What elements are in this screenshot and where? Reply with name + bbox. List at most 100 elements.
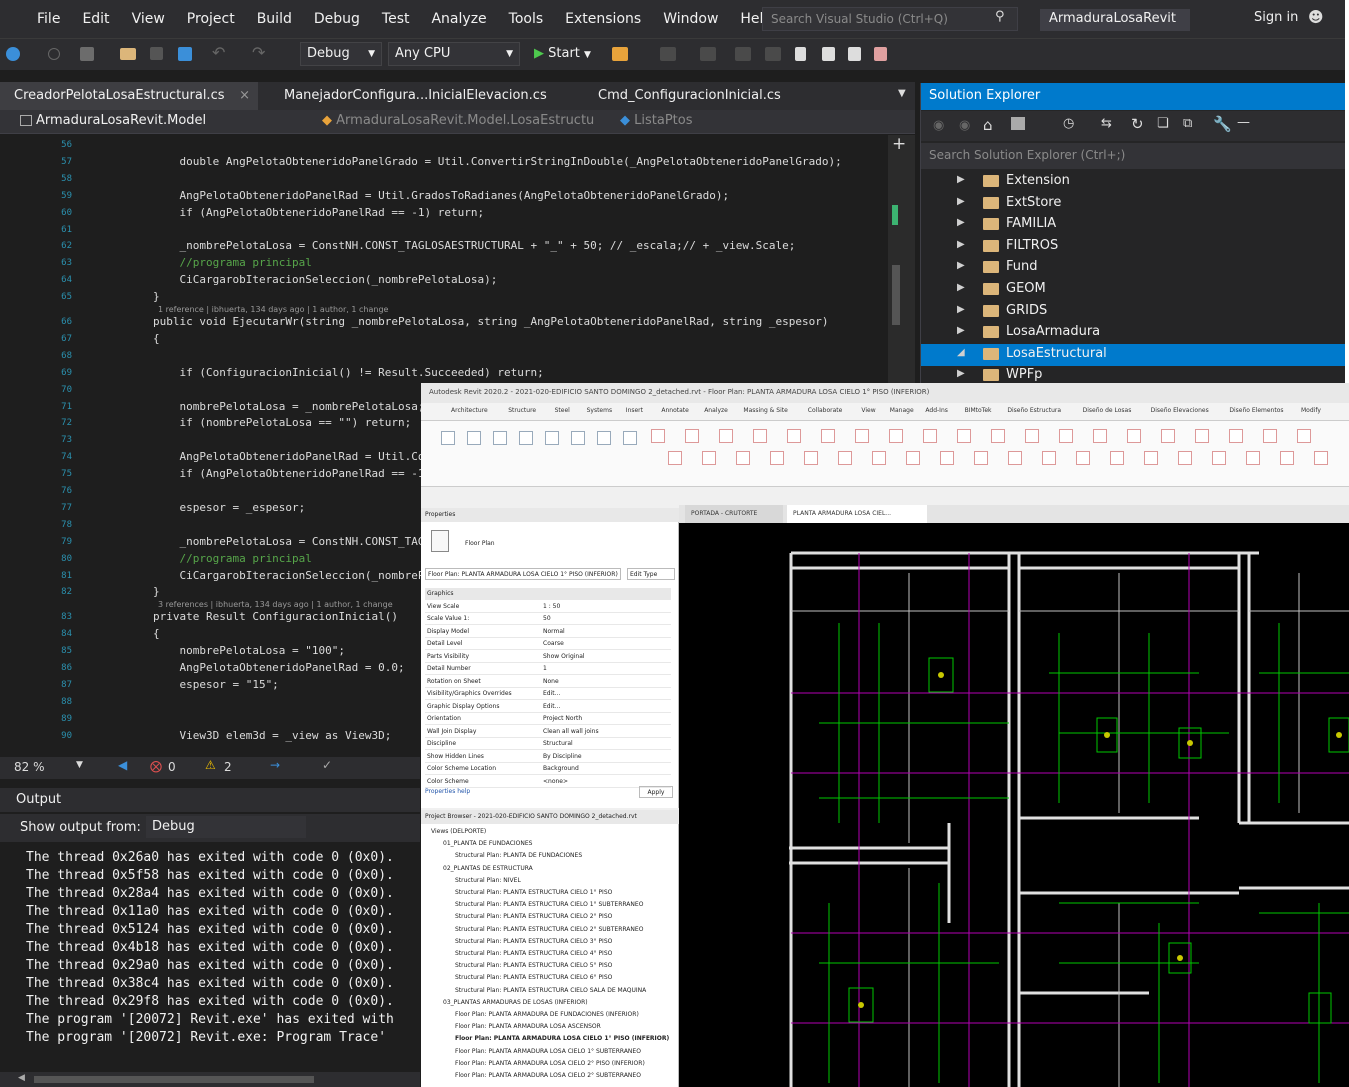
bookmark-icon[interactable]	[795, 47, 806, 61]
ribbon-tab[interactable]: Diseño Estructura	[1007, 407, 1061, 414]
code-line[interactable]: _nombrePelotaLosa = ConstNH.CONST_TAGLOS…	[100, 239, 795, 252]
browser-item[interactable]: 02_PLANTAS DE ESTRUCTURA	[443, 865, 533, 872]
ribbon-tool-icon[interactable]	[855, 429, 869, 443]
next-issue-icon[interactable]: →	[270, 758, 280, 772]
ribbon-tool-icon[interactable]	[467, 431, 481, 445]
code-line[interactable]: {	[100, 627, 160, 640]
ribbon-tab[interactable]: Analyze	[704, 407, 728, 414]
menu-item-analyze[interactable]: Analyze	[420, 11, 497, 27]
ribbon-tab[interactable]: Diseño de Losas	[1083, 407, 1132, 414]
bookmark-clear-icon[interactable]	[874, 47, 887, 61]
output-text[interactable]: The thread 0x26a0 has exited with code 0…	[0, 844, 420, 1072]
tab-cmd-configuracion[interactable]: Cmd_ConfiguracionInicial.cs	[584, 82, 795, 110]
collapsed-arrow-icon[interactable]: ▶	[957, 260, 965, 271]
error-icon[interactable]: ⨂	[150, 759, 162, 773]
browser-item[interactable]: 01_PLANTA DE FUNDACIONES	[443, 840, 532, 847]
ribbon-tool-icon[interactable]	[787, 429, 801, 443]
apply-button[interactable]: Apply	[639, 786, 673, 798]
collapsed-arrow-icon[interactable]: ▶	[957, 282, 965, 293]
brush-icon[interactable]: ✓	[322, 758, 332, 772]
ribbon-tab[interactable]: Add-Ins	[925, 407, 947, 414]
ribbon-tab[interactable]: Structure	[508, 407, 536, 414]
browser-item[interactable]: Structural Plan: PLANTA ESTRUCTURA CIELO…	[455, 974, 612, 981]
tree-item-extension[interactable]: ▶ Extension	[921, 171, 1345, 193]
step-into-icon[interactable]	[735, 47, 751, 61]
code-line[interactable]: if (AngPelotaObteneridoPanelRad == -1) r…	[100, 206, 484, 219]
ribbon-tool-icon[interactable]	[702, 451, 716, 465]
save-icon[interactable]	[150, 47, 163, 60]
ribbon-tool-icon[interactable]	[991, 429, 1005, 443]
code-line[interactable]: public void EjecutarWr(string _nombrePel…	[100, 315, 829, 328]
ribbon-tool-icon[interactable]	[1246, 451, 1260, 465]
ribbon-tool-icon[interactable]	[940, 451, 954, 465]
show-all-icon[interactable]: ⧉	[1183, 116, 1192, 131]
code-line[interactable]: if (nombrePelotaLosa == "") return;	[100, 416, 411, 429]
ribbon-tool-icon[interactable]	[1161, 429, 1175, 443]
output-source-select[interactable]: Debug	[146, 816, 306, 838]
tab-manejador[interactable]: ManejadorConfigura...InicialElevacion.cs	[270, 82, 561, 110]
ribbon-tool-icon[interactable]	[685, 429, 699, 443]
ribbon-tool-icon[interactable]	[519, 431, 533, 445]
menu-item-tools[interactable]: Tools	[498, 11, 555, 27]
forward-icon[interactable]	[48, 48, 60, 60]
property-row[interactable]: Visibility/Graphics Overrides Edit...	[425, 688, 671, 700]
ribbon-tool-icon[interactable]	[545, 431, 559, 445]
tree-item-filtros[interactable]: ▶ FILTROS	[921, 236, 1345, 258]
ribbon-tool-icon[interactable]	[493, 431, 507, 445]
ribbon-tool-icon[interactable]	[1110, 451, 1124, 465]
property-row[interactable]: Graphic Display Options Edit...	[425, 701, 671, 713]
menu-item-debug[interactable]: Debug	[303, 11, 371, 27]
redo-icon[interactable]: ↷	[252, 43, 265, 62]
collapsed-arrow-icon[interactable]: ▶	[957, 304, 965, 315]
hscroll-thumb[interactable]	[34, 1076, 314, 1083]
ribbon-tool-icon[interactable]	[719, 429, 733, 443]
collapsed-arrow-icon[interactable]: ▶	[957, 368, 965, 379]
code-line[interactable]: CiCargarobIteracionSeleccion(_nombrePelo…	[100, 273, 497, 286]
browser-item[interactable]: Structural Plan: PLANTA ESTRUCTURA CIELO…	[455, 913, 612, 920]
ribbon-tool-icon[interactable]	[736, 451, 750, 465]
ribbon-tool-icon[interactable]	[1008, 451, 1022, 465]
collapsed-arrow-icon[interactable]: ▶	[957, 174, 965, 185]
ribbon-tool-icon[interactable]	[753, 429, 767, 443]
tree-item-fund[interactable]: ▶ Fund	[921, 257, 1345, 279]
ribbon-tool-icon[interactable]	[1127, 429, 1141, 443]
ribbon-tool-icon[interactable]	[957, 429, 971, 443]
search-input[interactable]: Search Visual Studio (Ctrl+Q)	[762, 7, 1018, 31]
ribbon-tool-icon[interactable]	[872, 451, 886, 465]
property-row[interactable]: Scale Value 1: 50	[425, 613, 671, 625]
browser-item[interactable]: Floor Plan: PLANTA ARMADURA DE FUNDACION…	[455, 1011, 639, 1018]
open-folder-icon[interactable]	[120, 48, 136, 60]
ribbon-tool-icon[interactable]	[1280, 451, 1294, 465]
browser-item[interactable]: Structural Plan: NIVEL	[455, 877, 521, 884]
menu-item-file[interactable]: File	[26, 11, 71, 27]
property-row[interactable]: Detail Number 1	[425, 663, 671, 675]
ribbon-tab[interactable]: Manage	[890, 407, 914, 414]
member-dropdown[interactable]: ◆ ListaPtos	[614, 112, 904, 132]
ribbon-tab[interactable]: Modify	[1301, 407, 1321, 414]
save-all-icon[interactable]	[178, 47, 192, 61]
code-line[interactable]: }	[100, 585, 160, 598]
view-tab-planta[interactable]: PLANTA ARMADURA LOSA CIEL...	[787, 505, 927, 523]
browser-item[interactable]: Floor Plan: PLANTA ARMADURA LOSA ASCENSO…	[455, 1023, 601, 1030]
instance-selector[interactable]: Floor Plan: PLANTA ARMADURA LOSA CIELO 1…	[425, 568, 621, 580]
menu-item-build[interactable]: Build	[246, 11, 303, 27]
browser-item[interactable]: Structural Plan: PLANTA ESTRUCTURA CIELO…	[455, 926, 643, 933]
ribbon-tool-icon[interactable]	[804, 451, 818, 465]
collapse-icon[interactable]: ❏	[1157, 116, 1169, 131]
property-row[interactable]: Wall Join Display Clean all wall joins	[425, 726, 671, 738]
ribbon-tool-icon[interactable]	[1263, 429, 1277, 443]
browser-item[interactable]: Structural Plan: PLANTA ESTRUCTURA CIELO…	[455, 950, 612, 957]
pending-changes-icon[interactable]: ◷	[1063, 116, 1074, 131]
ribbon-tool-icon[interactable]	[906, 451, 920, 465]
menu-item-edit[interactable]: Edit	[71, 11, 120, 27]
bookmark-prev-icon[interactable]	[822, 47, 835, 61]
collapsed-arrow-icon[interactable]: ▶	[957, 239, 965, 250]
ribbon-tool-icon[interactable]	[1178, 451, 1192, 465]
ribbon-tool-icon[interactable]	[623, 431, 637, 445]
menu-item-test[interactable]: Test	[371, 11, 421, 27]
ribbon-tool-icon[interactable]	[1297, 429, 1311, 443]
scroll-left-icon[interactable]: ◀	[18, 1073, 25, 1083]
warning-icon[interactable]: ⚠	[205, 758, 216, 772]
ribbon-tool-icon[interactable]	[838, 451, 852, 465]
expanded-arrow-icon[interactable]: ◢	[957, 347, 965, 358]
